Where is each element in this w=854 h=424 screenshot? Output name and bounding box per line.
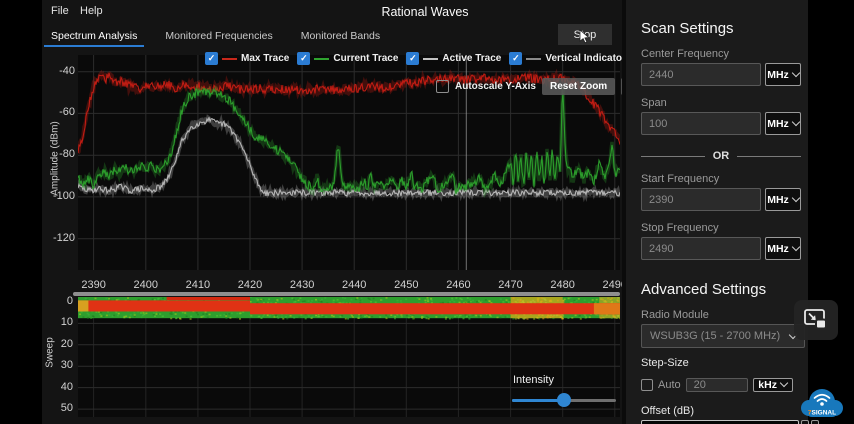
legend-label: Vertical Indicator	[545, 53, 626, 64]
x-tick-label: 2460	[438, 279, 478, 291]
unit-label: MHz	[767, 243, 789, 255]
legend-item-vertical-indicator: ✓ Vertical Indicator	[509, 52, 626, 65]
y-tick-label: -120	[42, 232, 75, 244]
autoscale-label: Autoscale Y-Axis	[455, 81, 536, 92]
tab-bar: Spectrum Analysis Monitored Frequencies …	[42, 23, 380, 48]
x-tick-label: 2450	[386, 279, 426, 291]
screen: File Help Rational Waves × Spectrum Anal…	[0, 0, 854, 424]
active-trace-checkbox[interactable]: ✓	[406, 52, 419, 65]
x-tick-label: 2480	[543, 279, 583, 291]
sweep-tick-label: 10	[42, 316, 73, 328]
x-tick-label: 2420	[230, 279, 270, 291]
sweep-axis-label: Sweep	[45, 323, 56, 383]
logo-text: SIGNAL	[812, 410, 837, 417]
span-label: Span	[641, 97, 801, 109]
step-size-unit-select[interactable]: kHz	[753, 378, 793, 392]
max-trace-checkbox[interactable]: ✓	[205, 52, 218, 65]
x-tick-label: 2400	[126, 279, 166, 291]
max-trace-swatch	[222, 58, 237, 60]
y-tick-label: -40	[42, 65, 75, 77]
settings-panel: Scan Settings Center Frequency MHz Span …	[622, 0, 808, 424]
intensity-slider[interactable]	[512, 392, 616, 408]
advanced-settings-title: Advanced Settings	[641, 281, 801, 298]
radio-module-label: Radio Module	[641, 309, 801, 321]
app-window: File Help Rational Waves × Spectrum Anal…	[42, 0, 808, 424]
legend-label: Current Trace	[333, 53, 398, 64]
start-frequency-label: Start Frequency	[641, 173, 801, 185]
legend-item-current-trace: ✓ Current Trace	[297, 52, 398, 65]
reset-zoom-button[interactable]: Reset Zoom	[542, 78, 615, 95]
unit-label: MHz	[767, 194, 789, 206]
current-trace-checkbox[interactable]: ✓	[297, 52, 310, 65]
legend-label: Max Trace	[241, 53, 289, 64]
sweep-tick-label: 20	[42, 338, 73, 350]
chevron-down-icon	[792, 194, 800, 202]
x-tick-label: 2470	[491, 279, 531, 291]
step-size-input[interactable]	[686, 378, 748, 392]
stop-frequency-label: Stop Frequency	[641, 222, 801, 234]
y-tick-label: -100	[42, 190, 75, 202]
slider-thumb[interactable]	[557, 393, 571, 407]
chevron-down-icon	[780, 379, 788, 387]
legend-item-max-trace: ✓ Max Trace	[205, 52, 289, 65]
intensity-label: Intensity	[513, 374, 554, 386]
chevron-down-icon	[792, 69, 800, 77]
radio-module-select[interactable]: WSUB3G (15 - 2700 MHz)	[641, 324, 805, 348]
radio-module-value: WSUB3G (15 - 2700 MHz)	[650, 330, 780, 342]
span-unit-select[interactable]: MHz	[765, 112, 801, 135]
step-size-label: Step-Size	[641, 357, 801, 369]
brand-logo: 7SIGNAL	[799, 381, 845, 423]
waterfall-scrollbar[interactable]	[73, 292, 620, 296]
center-frequency-input[interactable]	[641, 63, 761, 86]
sweep-tick-label: 40	[42, 381, 73, 393]
chevron-down-icon	[792, 118, 800, 126]
scan-settings-title: Scan Settings	[641, 20, 801, 37]
sweep-tick-label: 0	[42, 295, 73, 307]
center-frequency-label: Center Frequency	[641, 48, 801, 60]
step-size-auto-label: Auto	[658, 379, 681, 391]
stop-frequency-input[interactable]	[641, 237, 761, 260]
screen-share-overlay-icon[interactable]	[794, 300, 838, 340]
vertical-indicator-swatch	[526, 58, 541, 60]
or-label: OR	[713, 150, 730, 162]
x-tick-label: 2440	[334, 279, 374, 291]
tab-spectrum-analysis[interactable]: Spectrum Analysis	[51, 23, 137, 48]
autoscale-checkbox[interactable]	[436, 80, 449, 93]
sweep-tick-label: 50	[42, 402, 73, 414]
start-frequency-unit-select[interactable]: MHz	[765, 188, 801, 211]
x-tick-label: 2410	[178, 279, 218, 291]
tab-monitored-bands[interactable]: Monitored Bands	[301, 23, 380, 48]
mouse-cursor	[579, 29, 593, 45]
current-trace-swatch	[314, 58, 329, 60]
legend-item-active-trace: ✓ Active Trace	[406, 52, 501, 65]
chevron-down-icon	[792, 243, 800, 251]
y-tick-label: -60	[42, 106, 75, 118]
vertical-indicator-checkbox[interactable]: ✓	[509, 52, 522, 65]
start-frequency-input[interactable]	[641, 188, 761, 211]
sweep-tick-label: 30	[42, 359, 73, 371]
step-size-auto-checkbox[interactable]	[641, 379, 653, 391]
trace-legend: ✓ Max Trace ✓ Current Trace ✓ Active Tra…	[205, 52, 684, 65]
stop-frequency-unit-select[interactable]: MHz	[765, 237, 801, 260]
offset-input[interactable]	[641, 420, 799, 424]
y-tick-label: -80	[42, 148, 75, 160]
tab-monitored-frequencies[interactable]: Monitored Frequencies	[165, 23, 272, 48]
unit-label: MHz	[767, 69, 789, 81]
center-frequency-unit-select[interactable]: MHz	[765, 63, 801, 86]
legend-label: Active Trace	[442, 53, 501, 64]
svg-text:7SIGNAL: 7SIGNAL	[808, 410, 836, 417]
active-trace-swatch	[423, 58, 438, 60]
span-input[interactable]	[641, 112, 761, 135]
x-tick-label: 2390	[74, 279, 114, 291]
offset-label: Offset (dB)	[641, 405, 801, 417]
unit-label: MHz	[767, 118, 789, 130]
unit-label: kHz	[758, 379, 777, 391]
or-divider: OR	[641, 150, 801, 162]
x-tick-label: 2430	[282, 279, 322, 291]
